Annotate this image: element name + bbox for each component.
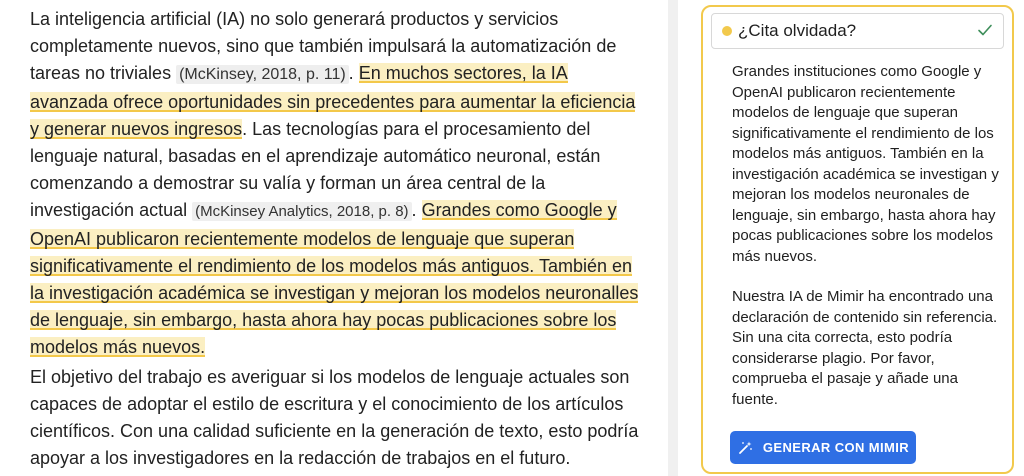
citation[interactable]: (McKinsey, 2018, p. 11) bbox=[176, 65, 349, 85]
check-icon[interactable] bbox=[977, 22, 993, 38]
panel-title: ¿Cita olvidada? bbox=[738, 21, 857, 40]
button-label: GENERAR CON MIMIR bbox=[762, 440, 910, 455]
scrollbar[interactable] bbox=[668, 0, 678, 476]
paragraph-text: . bbox=[411, 200, 422, 221]
paragraph-text: . bbox=[348, 63, 359, 84]
status-dot-icon bbox=[722, 26, 732, 36]
citation-suggestion-panel: ¿Cita olvidada? Grandes instituciones co… bbox=[701, 5, 1014, 474]
panel-header[interactable]: ¿Cita olvidada? bbox=[711, 13, 1004, 49]
paragraph-1: La inteligencia artificial (IA) no solo … bbox=[30, 6, 640, 362]
magic-wand-icon bbox=[738, 441, 752, 454]
document-body: La inteligencia artificial (IA) no solo … bbox=[30, 6, 640, 472]
flagged-passage: Grandes instituciones como Google y Open… bbox=[732, 63, 999, 265]
panel-body: Grandes instituciones como Google y Open… bbox=[732, 62, 1004, 410]
highlighted-passage-missing-citation[interactable]: Grandes como Google y OpenAI publicaron … bbox=[30, 200, 639, 358]
generate-with-mimir-button[interactable]: GENERAR CON MIMIR bbox=[730, 431, 916, 464]
plagiarism-warning: Nuestra IA de Mimir ha encontrado una de… bbox=[732, 288, 998, 408]
citation[interactable]: (McKinsey Analytics, 2018, p. 8) bbox=[192, 202, 412, 222]
paragraph-2: El objetivo del trabajo es averiguar si … bbox=[30, 366, 639, 469]
